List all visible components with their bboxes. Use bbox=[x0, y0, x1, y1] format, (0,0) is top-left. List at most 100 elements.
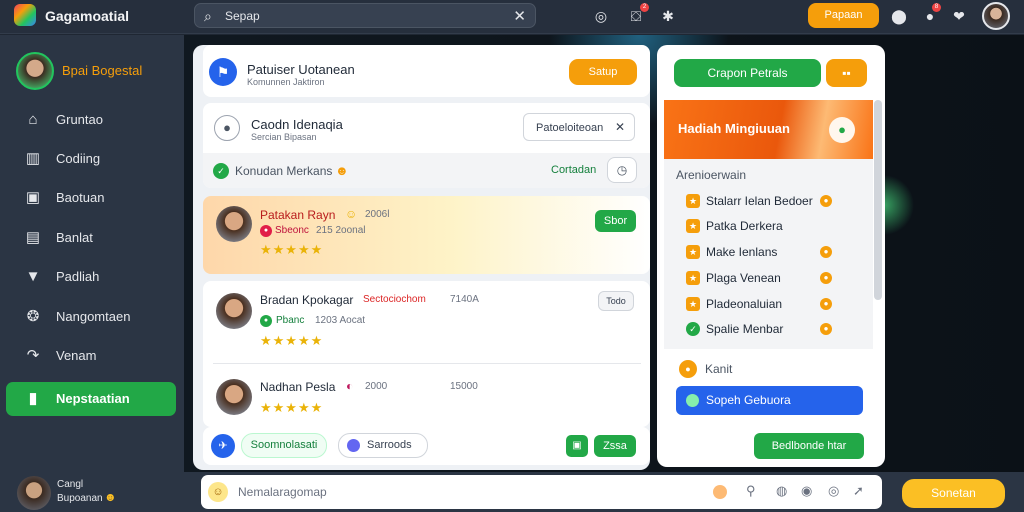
banner-title: Hadiah Mingiuuan bbox=[678, 121, 790, 136]
group-card: ● Caodn Idenaqia Sercian Bipasan Patoelo… bbox=[203, 103, 650, 188]
contact-link[interactable]: Cortadan bbox=[551, 164, 596, 176]
send-icon[interactable]: ➚ bbox=[853, 483, 864, 499]
post-meta: 1203 Aocat bbox=[315, 315, 366, 326]
check-icon: ✓ bbox=[213, 163, 229, 179]
post-action-chip[interactable]: Todo bbox=[598, 291, 634, 311]
header-title: Patuiser Uotanean bbox=[247, 62, 355, 77]
bookmark-icon: ▮ bbox=[28, 390, 38, 407]
coin-icon: ● bbox=[820, 323, 832, 335]
search-icon: ⌕ bbox=[204, 8, 212, 24]
heart-icon[interactable]: ❤ bbox=[949, 6, 969, 26]
sidebar-item-2[interactable]: ▥ Codiing bbox=[6, 142, 176, 176]
widget-item[interactable]: ★ Patka Derkera bbox=[676, 218, 866, 236]
grid-icon[interactable]: ✱ bbox=[658, 6, 678, 26]
user-avatar[interactable] bbox=[982, 2, 1010, 30]
avatar[interactable] bbox=[216, 293, 252, 329]
star-icon: ★ bbox=[686, 297, 700, 311]
message-composer[interactable]: ☺ Nemalaragomap ⚲ ◍ ◉ ◎ ➚ bbox=[201, 475, 882, 509]
sidebar-item-8[interactable]: ▮ Nepstaatian bbox=[6, 382, 176, 416]
post-tag: Sbeonc bbox=[275, 225, 309, 236]
promo-banner[interactable]: Hadiah Mingiuuan ● bbox=[664, 100, 873, 159]
promo-top-button[interactable]: Crapon Petrals bbox=[674, 59, 821, 87]
location-icon[interactable]: ⬤ bbox=[889, 6, 909, 26]
attach-icon[interactable]: ◍ bbox=[776, 483, 787, 499]
sidebar-item-5[interactable]: ▼ Padliah bbox=[6, 260, 176, 294]
sidebar-item-4[interactable]: ▤ Banlat bbox=[6, 221, 176, 255]
bottom-action-button[interactable]: Bedlbonde htar bbox=[754, 433, 864, 459]
avatar-badge: 8 bbox=[932, 3, 941, 12]
sidebar-item-3[interactable]: ▣ Baotuan bbox=[6, 181, 176, 215]
app-icon: ⚑ bbox=[209, 58, 237, 86]
tag-icon: ● bbox=[260, 225, 272, 237]
header-subtitle: Komunnen Jaktiron bbox=[247, 77, 325, 87]
bar-chart-icon: ▥ bbox=[25, 150, 41, 167]
widget-item[interactable]: ★ Plaga Venean ● bbox=[676, 270, 866, 288]
post-author[interactable]: Nadhan Pesla bbox=[260, 380, 335, 394]
coin-icon: ● bbox=[679, 360, 697, 378]
leaf-icon: ● bbox=[829, 117, 855, 143]
apps-button[interactable]: Papaan bbox=[808, 3, 879, 28]
footer-action-button[interactable]: Zssa bbox=[594, 435, 636, 457]
image-icon[interactable]: ▣ bbox=[566, 435, 588, 457]
star-icon: ★ bbox=[686, 219, 700, 233]
footer-avatar[interactable] bbox=[17, 476, 51, 510]
search-bar[interactable]: ⌕ ✕ bbox=[194, 3, 536, 28]
post-action-button[interactable]: Sbor bbox=[595, 210, 636, 232]
footer-user-name: Cangl bbox=[57, 479, 84, 490]
sidebar-item-6[interactable]: ❂ Nangomtaen bbox=[6, 300, 176, 334]
search-icon[interactable]: ◎ bbox=[591, 6, 611, 26]
gif-icon[interactable]: ◎ bbox=[828, 483, 839, 499]
chip-1[interactable]: Soomnolasati bbox=[241, 433, 327, 458]
avatar[interactable] bbox=[216, 206, 252, 242]
rating-stars: ★★★★★ bbox=[260, 242, 324, 257]
section-title: Arenioerwain bbox=[676, 168, 747, 182]
triangle-icon: ▼ bbox=[25, 268, 41, 285]
scrollbar[interactable] bbox=[874, 100, 882, 300]
message-input[interactable]: Nemalaragomap bbox=[238, 485, 327, 499]
post-author[interactable]: Patakan Rayn bbox=[260, 208, 335, 222]
close-icon[interactable]: ✕ bbox=[513, 7, 526, 25]
emoji-icon[interactable] bbox=[713, 485, 727, 499]
cat-icon[interactable]: ☺ bbox=[208, 482, 228, 502]
clock-icon[interactable]: ◷ bbox=[607, 157, 637, 183]
widget-item[interactable]: ✓ Spalie Menbar ● bbox=[676, 321, 866, 339]
search-input[interactable] bbox=[225, 7, 495, 25]
top-bar: Gagamoatial ⌕ ✕ ◎ ⛋ 2 ✱ Papaan ⬤ ● 8 ❤ bbox=[0, 0, 1024, 34]
grid-icon[interactable]: ▪▪ bbox=[826, 59, 867, 87]
app-logo bbox=[14, 4, 36, 26]
emoji-icon: ☻ bbox=[335, 163, 349, 178]
profile-name[interactable]: Bpai Bogestal bbox=[62, 63, 142, 78]
widget-item[interactable]: ★ Make Ienlans ● bbox=[676, 244, 866, 262]
chip-2[interactable]: Sarroods bbox=[338, 433, 428, 458]
filter-chip[interactable]: Patoeloiteoan ✕ bbox=[523, 113, 635, 141]
close-icon[interactable]: ✕ bbox=[615, 120, 625, 134]
sidebar: Bpai Bogestal ⌂ Gruntao ▥ Codiing ▣ Baotuan… bbox=[0, 35, 184, 472]
camera-icon[interactable]: ◉ bbox=[801, 483, 812, 499]
feed-header: ⚑ Patuiser Uotanean Komunnen Jaktiron Sa… bbox=[203, 45, 650, 97]
post-author[interactable]: Bradan Kpokagar bbox=[260, 293, 353, 307]
setup-button[interactable]: Satup bbox=[569, 59, 637, 85]
tag-icon: ● bbox=[260, 315, 272, 327]
profile-avatar[interactable] bbox=[16, 52, 54, 90]
group-name: Caodn Idenaqia bbox=[251, 117, 343, 132]
avatar[interactable] bbox=[216, 379, 252, 415]
coin-icon: ● bbox=[820, 272, 832, 284]
post-extra: 15000 bbox=[450, 381, 478, 392]
send-button[interactable]: Sonetan bbox=[902, 479, 1005, 508]
user-icon[interactable]: ⚲ bbox=[746, 483, 756, 499]
home-icon: ⌂ bbox=[28, 111, 38, 128]
star-icon: ★ bbox=[686, 245, 700, 259]
divider bbox=[213, 363, 641, 364]
sidebar-item-7[interactable]: ↷ Venam bbox=[6, 339, 176, 373]
post-time: 7140A bbox=[450, 294, 479, 305]
widget-item[interactable]: ★ Pladeonaluian ● bbox=[676, 296, 866, 314]
tag-icon: ◐ bbox=[346, 379, 354, 393]
emoji-icon: ☻ bbox=[104, 490, 117, 504]
rating-stars: ★★★★★ bbox=[260, 333, 324, 348]
primary-action-button[interactable]: Sopeh Gebuora bbox=[676, 386, 863, 415]
sidebar-item-1[interactable]: ⌂ Gruntao bbox=[6, 103, 176, 137]
twitter-icon[interactable]: ✈ bbox=[211, 434, 235, 458]
widget-item[interactable]: ★ Stalarr Ielan Bedoer ● bbox=[676, 193, 866, 211]
share-icon: ↷ bbox=[26, 347, 40, 364]
notification-badge: 2 bbox=[640, 3, 649, 12]
